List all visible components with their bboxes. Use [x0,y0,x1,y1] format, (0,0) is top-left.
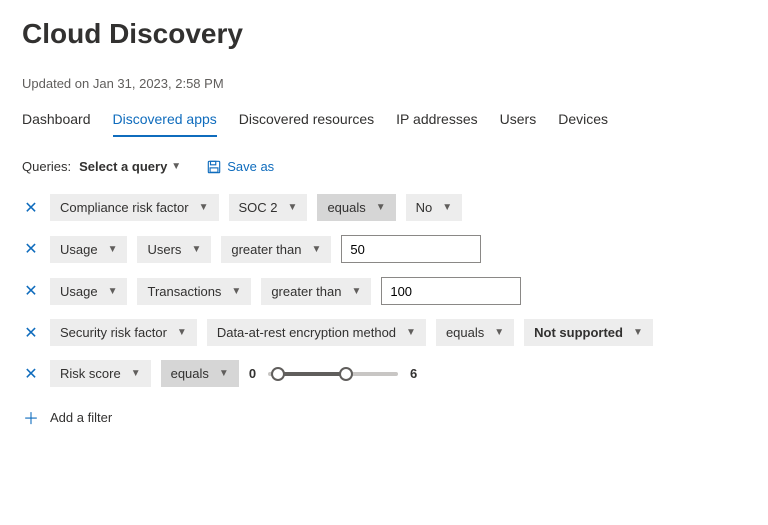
chevron-down-icon: ▼ [376,202,386,213]
chevron-down-icon: ▼ [108,286,118,297]
chevron-down-icon: ▼ [442,202,452,213]
chevron-down-icon: ▼ [191,244,201,255]
filter-field-select[interactable]: Usage▼ [50,236,127,263]
chevron-down-icon: ▼ [177,327,187,338]
save-as-label: Save as [227,159,274,174]
query-select-label: Select a query [79,159,167,174]
tab-dashboard[interactable]: Dashboard [22,105,91,137]
filter-value-input[interactable] [341,235,481,263]
tab-users[interactable]: Users [500,105,537,137]
filter-row: ✕ Usage▼ Users▼ greater than▼ [22,235,746,263]
chevron-down-icon: ▼ [494,327,504,338]
filter-subfield-select[interactable]: Data-at-rest encryption method▼ [207,319,426,346]
filter-subfield-select[interactable]: Users▼ [137,236,211,263]
remove-filter-button[interactable]: ✕ [22,323,40,343]
filter-row: ✕ Compliance risk factor▼ SOC 2▼ equals▼ No▼ [22,194,746,221]
save-icon [207,160,221,174]
chevron-down-icon: ▼ [131,368,141,379]
slider-track[interactable] [268,372,398,376]
filter-operator-select[interactable]: equals▼ [436,319,514,346]
add-filter-button[interactable]: ＋ Add a filter [22,405,112,429]
filter-operator-select[interactable]: greater than▼ [221,236,331,263]
filter-field-select[interactable]: Security risk factor▼ [50,319,197,346]
filter-value-select[interactable]: No▼ [406,194,463,221]
chevron-down-icon: ▼ [351,286,361,297]
queries-row: Queries: Select a query ▼ Save as [22,159,746,174]
chevron-down-icon: ▼ [108,244,118,255]
chevron-down-icon: ▼ [171,161,181,172]
filter-field-select[interactable]: Risk score▼ [50,360,151,387]
filter-operator-select[interactable]: equals▼ [317,194,395,221]
filter-operator-select[interactable]: greater than▼ [261,278,371,305]
filter-field-select[interactable]: Usage▼ [50,278,127,305]
filter-subfield-select[interactable]: SOC 2▼ [229,194,308,221]
add-filter-label: Add a filter [50,410,112,425]
tab-ip-addresses[interactable]: IP addresses [396,105,477,137]
chevron-down-icon: ▼ [219,368,229,379]
chevron-down-icon: ▼ [633,327,643,338]
chevron-down-icon: ▼ [406,327,416,338]
chevron-down-icon: ▼ [288,202,298,213]
updated-timestamp: Updated on Jan 31, 2023, 2:58 PM [22,76,746,91]
tab-bar: Dashboard Discovered apps Discovered resou… [22,105,746,137]
filter-value-input[interactable] [381,277,521,305]
chevron-down-icon: ▼ [231,286,241,297]
slider-max-label: 6 [410,366,417,381]
queries-label: Queries: [22,159,71,174]
chevron-down-icon: ▼ [199,202,209,213]
filter-operator-select[interactable]: equals▼ [161,360,239,387]
filter-value-select[interactable]: Not supported▼ [524,319,653,346]
remove-filter-button[interactable]: ✕ [22,281,40,301]
risk-score-slider[interactable]: 06 [249,366,417,381]
plus-icon: ＋ [22,405,40,429]
slider-thumb-min[interactable] [271,367,285,381]
remove-filter-button[interactable]: ✕ [22,198,40,218]
chevron-down-icon: ▼ [311,244,321,255]
remove-filter-button[interactable]: ✕ [22,364,40,384]
filter-subfield-select[interactable]: Transactions▼ [137,278,251,305]
filter-row: ✕ Security risk factor▼ Data-at-rest encry… [22,319,746,346]
query-select[interactable]: Select a query ▼ [79,159,181,174]
filter-field-select[interactable]: Compliance risk factor▼ [50,194,219,221]
filter-list: ✕ Compliance risk factor▼ SOC 2▼ equals▼ No▼… [22,194,746,387]
remove-filter-button[interactable]: ✕ [22,239,40,259]
filter-row: ✕ Usage▼ Transactions▼ greater than▼ [22,277,746,305]
tab-devices[interactable]: Devices [558,105,608,137]
slider-thumb-max[interactable] [339,367,353,381]
save-as-button[interactable]: Save as [207,159,274,174]
page-title: Cloud Discovery [22,18,746,50]
filter-row: ✕Risk score▼equals▼06 [22,360,746,387]
slider-min-label: 0 [249,366,256,381]
tab-discovered-resources[interactable]: Discovered resources [239,105,374,137]
tab-discovered-apps[interactable]: Discovered apps [113,105,217,137]
